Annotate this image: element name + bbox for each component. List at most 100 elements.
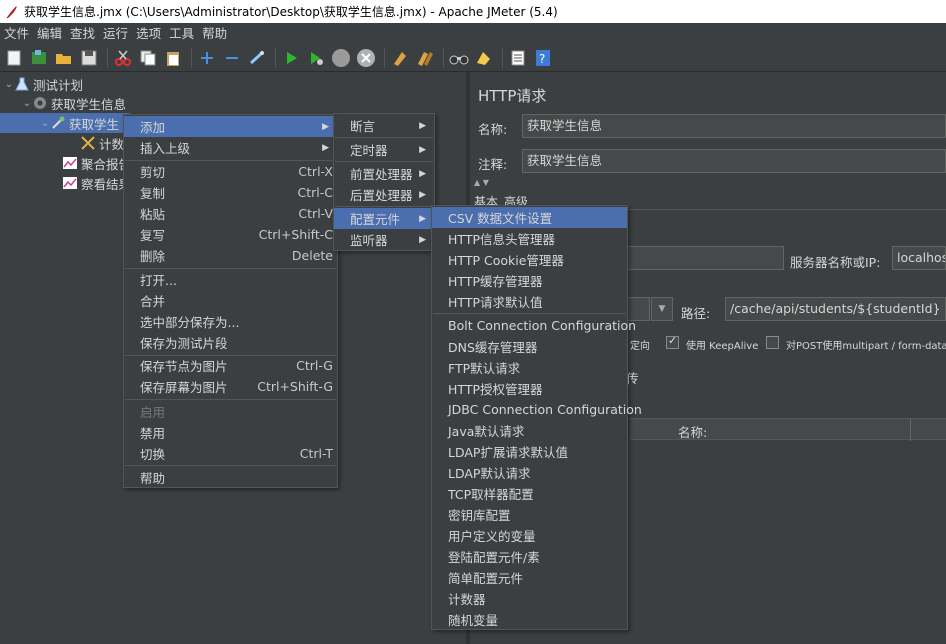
comment-input[interactable]: 获取学生信息	[522, 149, 946, 173]
submenu-item-timer[interactable]: 定时器 ▶	[334, 139, 434, 160]
config-item-bolt-connection[interactable]: Bolt Connection Configuration	[432, 315, 636, 336]
stop-icon[interactable]	[330, 47, 352, 69]
submenu-item-listener[interactable]: 监听器 ▶	[334, 229, 434, 250]
menu-edit[interactable]: 编辑	[33, 23, 66, 44]
menu-file[interactable]: 文件	[0, 23, 33, 44]
paste-icon[interactable]	[162, 47, 184, 69]
name-input[interactable]: 获取学生信息	[522, 114, 946, 138]
keepalive-checkbox[interactable]	[666, 334, 679, 349]
open-icon[interactable]	[53, 47, 75, 69]
menu-item-duplicate[interactable]: 复写 Ctrl+Shift-C	[124, 224, 337, 245]
menu-item-save-selection[interactable]: 选中部分保存为...	[124, 311, 337, 332]
collapse-arrows-icon[interactable]: ▲ ▼	[474, 178, 489, 187]
function-helper-icon[interactable]	[507, 47, 529, 69]
collapse-icon[interactable]	[221, 47, 243, 69]
submenu-item-preprocessor[interactable]: 前置处理器 ▶	[334, 163, 434, 184]
menu-item-delete[interactable]: 删除 Delete	[124, 245, 337, 266]
menu-help[interactable]: 帮助	[198, 23, 231, 44]
path-label: 路径:	[681, 306, 711, 321]
config-item-cookie-manager[interactable]: HTTP Cookie管理器	[432, 249, 627, 270]
add-submenu: 断言 ▶ 定时器 ▶ 前置处理器 ▶ 后置处理器 ▶ 配置元件 ▶ 监听器 ▶	[333, 113, 435, 251]
clear-icon[interactable]	[389, 47, 411, 69]
redirect-label: 定向	[630, 341, 650, 352]
toggle-icon[interactable]	[246, 47, 268, 69]
tree-node-view-results[interactable]: 察看结果	[62, 173, 131, 193]
config-item-cache-manager[interactable]: HTTP缓存管理器	[432, 270, 627, 291]
protocol-input[interactable]	[620, 246, 784, 270]
menu-item-copy[interactable]: 复制 Ctrl-C	[124, 182, 337, 203]
chevron-down-icon[interactable]: ▼	[651, 297, 673, 321]
expand-arrow-icon[interactable]: ⌄	[40, 118, 50, 129]
config-item-dns-cache[interactable]: DNS缓存管理器	[432, 336, 627, 357]
menu-item-save-screen-image[interactable]: 保存屏幕为图片 Ctrl+Shift-G	[124, 376, 337, 397]
config-item-user-variables[interactable]: 用户定义的变量	[432, 525, 627, 546]
menu-item-save-fragment[interactable]: 保存为测试片段	[124, 332, 337, 353]
submenu-item-postprocessor[interactable]: 后置处理器 ▶	[334, 184, 434, 205]
copy-icon[interactable]	[137, 47, 159, 69]
config-item-csv-data-set[interactable]: CSV 数据文件设置	[432, 207, 627, 228]
submenu-item-config-element[interactable]: 配置元件 ▶	[334, 208, 434, 229]
tree-node-test-plan[interactable]: ⌄ 测试计划	[4, 74, 83, 94]
tree-node-http-request[interactable]: ⌄ 获取学生	[0, 113, 130, 133]
window-title: 获取学生信息.jmx (C:\Users\Administrator\Deskt…	[24, 5, 558, 19]
server-input[interactable]: localhost	[892, 246, 946, 270]
config-element-submenu: CSV 数据文件设置 HTTP信息头管理器 HTTP Cookie管理器 HTT…	[431, 205, 642, 630]
expand-icon[interactable]	[196, 47, 218, 69]
tools-icon	[81, 136, 95, 150]
save-icon[interactable]	[78, 47, 100, 69]
new-icon[interactable]	[3, 47, 25, 69]
expand-arrow-icon[interactable]: ⌄	[4, 79, 14, 90]
config-item-keystore[interactable]: 密钥库配置	[432, 504, 627, 525]
chart-icon	[63, 177, 77, 189]
config-item-simple-config[interactable]: 简单配置元件	[432, 567, 627, 588]
panel-title: HTTP请求	[478, 87, 547, 105]
tree-node-thread-group[interactable]: ⌄ 获取学生信息	[22, 93, 126, 113]
config-item-login-config[interactable]: 登陆配置元件/素	[432, 546, 627, 567]
toolbar: ?	[0, 44, 946, 72]
config-item-tcp-sampler[interactable]: TCP取样器配置	[432, 483, 627, 504]
menu-item-toggle[interactable]: 切换 Ctrl-T	[124, 443, 337, 464]
start-no-pauses-icon[interactable]	[305, 47, 327, 69]
menu-item-open[interactable]: 打开...	[124, 269, 337, 290]
binoculars-icon[interactable]	[448, 47, 470, 69]
parameters-table-header: 名称:	[630, 418, 946, 441]
reset-search-icon[interactable]	[473, 47, 495, 69]
config-item-java-defaults[interactable]: Java默认请求	[432, 420, 627, 441]
config-item-ldap-ext-defaults[interactable]: LDAP扩展请求默认值	[432, 441, 627, 462]
clear-all-icon[interactable]	[414, 47, 436, 69]
cut-icon[interactable]	[112, 47, 134, 69]
menu-item-disable[interactable]: 禁用	[124, 422, 337, 443]
tree-node-counter[interactable]: 计数	[80, 133, 124, 153]
expand-arrow-icon[interactable]: ⌄	[22, 98, 32, 109]
config-item-ldap-defaults[interactable]: LDAP默认请求	[432, 462, 627, 483]
menu-item-add[interactable]: 添加 ▶	[124, 116, 337, 137]
config-item-header-manager[interactable]: HTTP信息头管理器	[432, 228, 627, 249]
submenu-item-assertions[interactable]: 断言 ▶	[334, 115, 434, 136]
comment-label: 注释:	[478, 157, 508, 172]
menu-item-help[interactable]: 帮助	[124, 467, 337, 488]
config-item-auth-manager[interactable]: HTTP授权管理器	[432, 378, 627, 399]
menu-run[interactable]: 运行	[99, 23, 132, 44]
menu-item-insert-parent[interactable]: 插入上级 ▶	[124, 137, 337, 158]
server-label: 服务器名称或IP:	[790, 255, 881, 270]
config-item-request-defaults[interactable]: HTTP请求默认值	[432, 291, 627, 312]
config-item-jdbc-connection[interactable]: JDBC Connection Configuration	[432, 399, 642, 420]
help-icon[interactable]: ?	[532, 47, 554, 69]
multipart-checkbox[interactable]	[766, 336, 779, 349]
menu-search[interactable]: 查找	[66, 23, 99, 44]
menu-item-paste[interactable]: 粘贴 Ctrl-V	[124, 203, 337, 224]
menu-options[interactable]: 选项	[132, 23, 165, 44]
name-label: 名称:	[478, 122, 508, 137]
templates-icon[interactable]	[28, 47, 50, 69]
config-item-random-variable[interactable]: 随机变量	[432, 609, 627, 630]
menu-item-cut[interactable]: 剪切 Ctrl-X	[124, 161, 337, 182]
menu-tools[interactable]: 工具	[165, 23, 198, 44]
start-icon[interactable]	[280, 47, 302, 69]
config-item-counter[interactable]: 计数器	[432, 588, 627, 609]
menu-item-save-node-image[interactable]: 保存节点为图片 Ctrl-G	[124, 355, 337, 376]
config-item-ftp-defaults[interactable]: FTP默认请求	[432, 357, 627, 378]
shutdown-icon[interactable]	[355, 47, 377, 69]
tree-node-aggregate-report[interactable]: 聚合报告	[62, 153, 131, 173]
menu-item-merge[interactable]: 合并	[124, 290, 337, 311]
path-input[interactable]: /cache/api/students/${studentId}	[725, 297, 946, 321]
